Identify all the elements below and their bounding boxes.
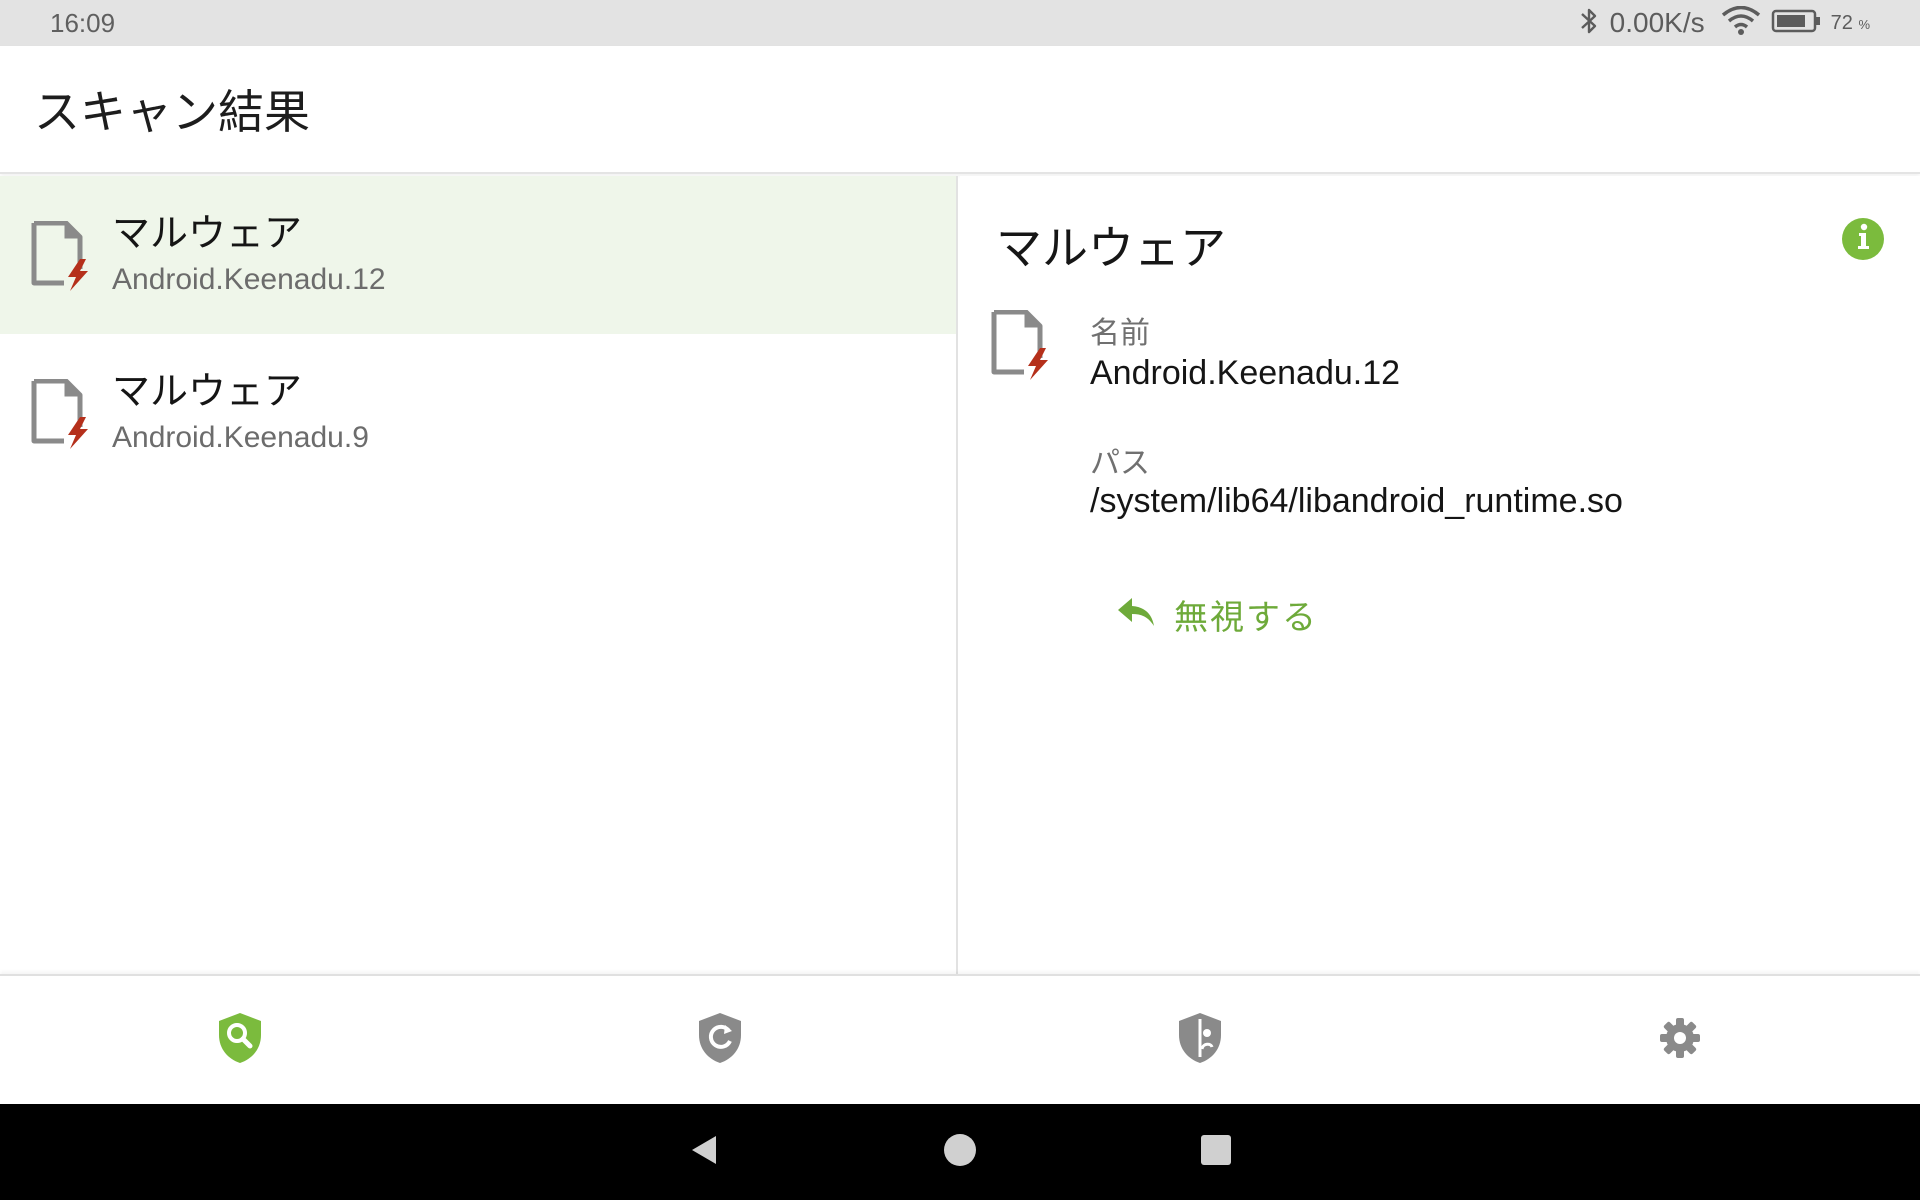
shield-search-icon: [216, 1011, 264, 1070]
path-value: /system/lib64/libandroid_runtime.so: [1090, 482, 1623, 520]
result-item-1[interactable]: マルウェア Android.Keenadu.12: [0, 176, 956, 334]
system-navigation-bar: [0, 1104, 1920, 1200]
infected-file-icon: [30, 220, 92, 291]
result-detail-pane: マルウェア 名前 Android.Keenadu.12 パス /system/l…: [960, 176, 1920, 974]
reply-arrow-icon: [1116, 596, 1156, 633]
tab-update[interactable]: [480, 976, 960, 1104]
battery-percent-unit: %: [1858, 16, 1870, 32]
result-item-texts: マルウェア Android.Keenadu.12: [112, 210, 386, 300]
home-button[interactable]: [930, 1122, 990, 1182]
tab-settings[interactable]: [1440, 976, 1920, 1104]
back-triangle-icon: [686, 1132, 722, 1173]
bluetooth-icon: [1578, 6, 1600, 41]
result-item-texts: マルウェア Android.Keenadu.9: [112, 368, 369, 458]
infected-file-icon: [990, 309, 1052, 380]
info-icon: [1842, 216, 1884, 263]
battery-icon: [1771, 7, 1821, 40]
network-speed: 0.00K/s: [1609, 7, 1705, 38]
page-title: スキャン結果: [34, 86, 310, 138]
status-indicators: 0.00K/s 72 %: [1578, 5, 1870, 41]
shield-update-icon: [696, 1011, 744, 1070]
back-button[interactable]: [674, 1122, 734, 1182]
path-label: パス: [1090, 447, 1150, 480]
status-bar: 16:09 0.00K/s 72 %: [0, 0, 1920, 46]
result-name: Android.Keenadu.9: [112, 421, 369, 454]
result-type: マルウェア: [112, 213, 303, 255]
info-button[interactable]: [1842, 218, 1884, 260]
status-time: 16:09: [50, 7, 116, 38]
scan-results-list: マルウェア Android.Keenadu.12 マルウェア Android.K…: [0, 176, 958, 974]
result-type: マルウェア: [112, 371, 303, 413]
bottom-navigation: [0, 974, 1920, 1104]
gear-icon: [1658, 1016, 1702, 1065]
ignore-label: 無視する: [1174, 598, 1318, 637]
tab-security-center[interactable]: [960, 976, 1440, 1104]
recents-square-icon: [1199, 1133, 1233, 1172]
shield-security-icon: [1176, 1011, 1224, 1070]
battery-percent: 72 %: [1831, 12, 1870, 35]
battery-percent-value: 72: [1830, 11, 1853, 34]
name-value: Android.Keenadu.12: [1090, 354, 1401, 392]
wifi-icon: [1721, 5, 1761, 41]
infected-file-icon: [30, 378, 92, 449]
app-bar: スキャン結果: [0, 46, 1920, 174]
name-label: 名前: [1090, 317, 1150, 350]
ignore-button[interactable]: 無視する: [1116, 584, 1318, 644]
result-item-2[interactable]: マルウェア Android.Keenadu.9: [0, 334, 956, 492]
detail-title: マルウェア: [996, 222, 1226, 274]
recents-button[interactable]: [1186, 1122, 1246, 1182]
result-name: Android.Keenadu.12: [112, 263, 386, 296]
tab-scanner[interactable]: [0, 976, 480, 1104]
home-circle-icon: [942, 1132, 978, 1173]
